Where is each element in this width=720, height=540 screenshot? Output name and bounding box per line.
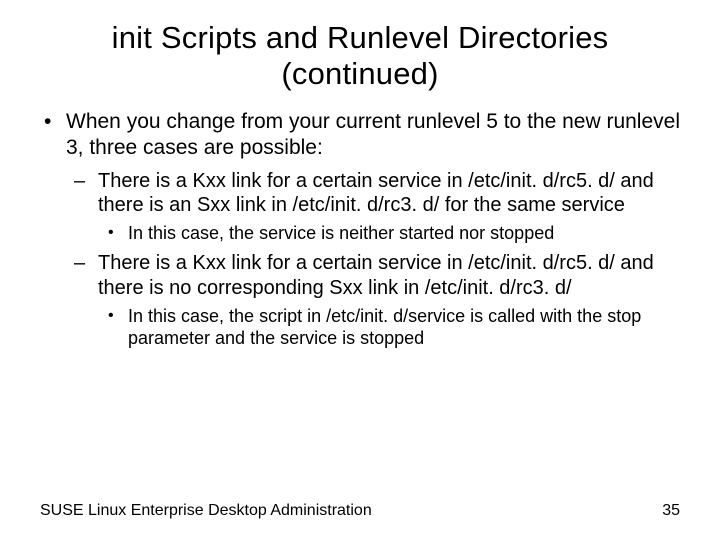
bullet-text: In this case, the service is neither sta…: [128, 223, 554, 243]
title-line-2: (continued): [281, 56, 438, 91]
slide-body: When you change from your current runlev…: [40, 109, 680, 350]
slide-footer: SUSE Linux Enterprise Desktop Administra…: [40, 502, 680, 520]
bullet-list-level2: There is a Kxx link for a certain servic…: [66, 169, 680, 350]
title-line-1: init Scripts and Runlevel Directories: [112, 20, 609, 55]
page-number: 35: [662, 502, 680, 520]
bullet-list-level3: In this case, the service is neither sta…: [98, 223, 680, 245]
slide: init Scripts and Runlevel Directories (c…: [0, 0, 720, 540]
bullet-list-level3: In this case, the script in /etc/init. d…: [98, 306, 680, 350]
list-item: There is a Kxx link for a certain servic…: [66, 169, 680, 246]
slide-title: init Scripts and Runlevel Directories (c…: [40, 20, 680, 91]
list-item: When you change from your current runlev…: [40, 109, 680, 350]
bullet-text: When you change from your current runlev…: [66, 110, 680, 159]
list-item: In this case, the service is neither sta…: [98, 223, 680, 245]
bullet-list-level1: When you change from your current runlev…: [40, 109, 680, 350]
list-item: In this case, the script in /etc/init. d…: [98, 306, 680, 350]
bullet-text: There is a Kxx link for a certain servic…: [98, 252, 654, 298]
bullet-text: In this case, the script in /etc/init. d…: [128, 306, 641, 348]
list-item: There is a Kxx link for a certain servic…: [66, 251, 680, 350]
footer-text: SUSE Linux Enterprise Desktop Administra…: [40, 502, 372, 520]
bullet-text: There is a Kxx link for a certain servic…: [98, 170, 654, 216]
